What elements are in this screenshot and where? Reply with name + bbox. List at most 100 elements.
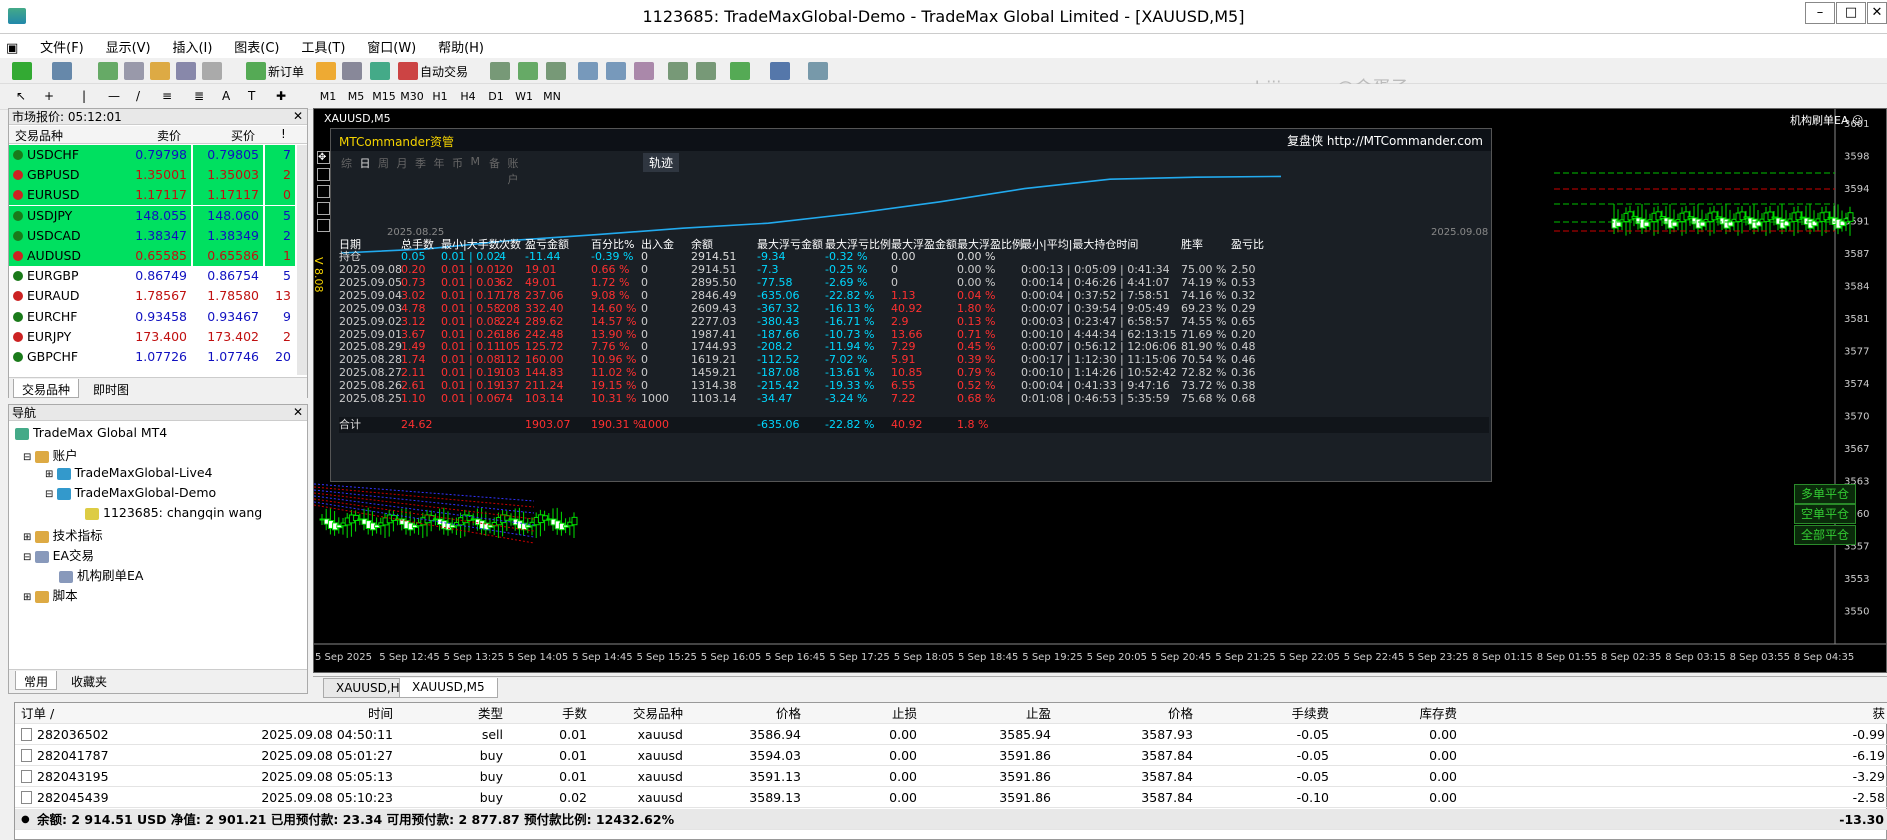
close-icon[interactable]: ✕ bbox=[293, 109, 303, 123]
menu-help[interactable]: 帮助(H) bbox=[429, 34, 493, 59]
profiles-icon[interactable] bbox=[52, 62, 72, 80]
maximize-button[interactable]: □ bbox=[1836, 2, 1866, 24]
timeframe-h1[interactable]: H1 bbox=[428, 90, 452, 103]
tab-symbols[interactable]: 交易品种 bbox=[13, 379, 80, 398]
close-icon[interactable] bbox=[317, 168, 330, 181]
terminal-col-header[interactable]: 类型 bbox=[399, 703, 503, 724]
terminal-col-header[interactable]: 手续费 bbox=[1199, 703, 1329, 724]
trendline-icon[interactable]: / bbox=[136, 89, 140, 103]
metaeditor-icon[interactable] bbox=[316, 62, 336, 80]
settings-icon[interactable] bbox=[317, 202, 330, 215]
close-shorts-button[interactable]: 空单平仓 bbox=[1794, 504, 1856, 524]
list-icon[interactable] bbox=[317, 219, 330, 232]
bar-chart-icon[interactable] bbox=[490, 62, 510, 80]
close-icon[interactable]: ✕ bbox=[293, 405, 303, 419]
timeframe-h4[interactable]: H4 bbox=[456, 90, 480, 103]
terminal-col-header[interactable]: 时间 bbox=[185, 703, 393, 724]
expand-icon[interactable]: ⊞ bbox=[45, 469, 57, 480]
terminal-col-header[interactable]: 价格 bbox=[1057, 703, 1193, 724]
menu-app-icon[interactable]: ▣ bbox=[0, 38, 27, 59]
timeframe-d1[interactable]: D1 bbox=[484, 90, 508, 103]
menu-charts[interactable]: 图表(C) bbox=[225, 34, 288, 59]
tab-common[interactable]: 常用 bbox=[15, 671, 58, 690]
nav-indicators[interactable]: ⊞ 技术指标 bbox=[23, 525, 103, 544]
cursor-icon[interactable]: ↖ bbox=[16, 89, 26, 103]
move-icon[interactable]: ✥ bbox=[317, 151, 330, 164]
timeframe-w1[interactable]: W1 bbox=[512, 90, 536, 103]
mtc-link[interactable]: 复盘侠 http://MTCommander.com bbox=[1287, 132, 1483, 149]
nav-accounts[interactable]: ⊟ 账户 bbox=[23, 445, 78, 464]
market-row[interactable]: USDCHF 0.79798 0.79805 7 bbox=[9, 145, 297, 165]
nav-expert-item[interactable]: 机构刷单EA bbox=[59, 565, 143, 584]
market-row[interactable]: EURJPY 173.400 173.402 2 bbox=[9, 326, 297, 347]
table-row[interactable]: 282036502 2025.09.08 04:50:11 sell 0.01 xauu… bbox=[15, 724, 1887, 745]
col-spread[interactable]: ! bbox=[281, 127, 286, 141]
mtc-tab[interactable]: 年 bbox=[434, 155, 445, 171]
fibonacci-icon[interactable]: ≣ bbox=[194, 89, 204, 103]
chart-shift-icon[interactable] bbox=[668, 62, 688, 80]
help-icon[interactable] bbox=[317, 185, 330, 198]
close-button[interactable]: ✕ bbox=[1867, 2, 1887, 24]
autoscroll-icon[interactable] bbox=[696, 62, 716, 80]
market-row[interactable]: USDJPY 148.055 148.060 5 bbox=[9, 205, 297, 226]
terminal-col-header[interactable]: 手数 bbox=[509, 703, 587, 724]
table-row[interactable]: 282045439 2025.09.08 05:10:23 buy 0.02 xauus… bbox=[15, 787, 1887, 808]
expand-icon[interactable]: ⊞ bbox=[23, 532, 35, 543]
terminal-col-header[interactable]: 库存费 bbox=[1335, 703, 1457, 724]
mtc-tab[interactable]: 日 bbox=[360, 155, 371, 171]
expand-icon[interactable]: ⊞ bbox=[23, 592, 35, 603]
market-row[interactable]: EURGBP 0.86749 0.86754 5 bbox=[9, 266, 297, 287]
channel-icon[interactable]: ≡ bbox=[162, 89, 172, 103]
timeframe-m5[interactable]: M5 bbox=[344, 90, 368, 103]
nav-account-demo[interactable]: ⊟ TradeMaxGlobal-Demo bbox=[45, 485, 216, 500]
templates-icon[interactable] bbox=[808, 62, 828, 80]
table-row[interactable]: 282043195 2025.09.08 05:05:13 buy 0.01 xauus… bbox=[15, 766, 1887, 787]
timeframe-m30[interactable]: M30 bbox=[400, 90, 424, 103]
timeframe-mn[interactable]: MN bbox=[540, 90, 564, 103]
terminal-col-header[interactable]: 获 bbox=[1463, 703, 1885, 724]
mtc-tab[interactable]: 综 bbox=[341, 155, 352, 171]
menu-insert[interactable]: 插入(I) bbox=[163, 34, 221, 59]
options-icon[interactable] bbox=[342, 62, 362, 80]
table-row[interactable]: 282041787 2025.09.08 05:01:27 buy 0.01 xauus… bbox=[15, 745, 1887, 766]
horizontal-line-icon[interactable]: — bbox=[108, 89, 120, 103]
col-ask[interactable]: 买价 bbox=[231, 127, 255, 144]
close-longs-button[interactable]: 多单平仓 bbox=[1794, 484, 1856, 504]
signals-icon[interactable] bbox=[370, 62, 390, 80]
minimize-button[interactable]: – bbox=[1805, 2, 1835, 24]
collapse-icon[interactable]: ⊟ bbox=[23, 552, 35, 563]
crosshair-icon[interactable]: + bbox=[44, 89, 54, 103]
mtc-tab[interactable]: 季 bbox=[415, 155, 426, 171]
tab-tick-chart[interactable]: 即时图 bbox=[85, 379, 137, 398]
menu-tools[interactable]: 工具(T) bbox=[292, 34, 354, 59]
collapse-icon[interactable]: ⊟ bbox=[23, 452, 35, 463]
menu-window[interactable]: 窗口(W) bbox=[358, 34, 425, 59]
tab-xauusd-m5[interactable]: XAUUSD,M5 bbox=[399, 678, 498, 698]
mtc-track-tab[interactable]: 轨迹 bbox=[643, 153, 680, 172]
col-bid[interactable]: 卖价 bbox=[157, 127, 181, 144]
market-row[interactable]: EURAUD 1.78567 1.78580 13 bbox=[9, 286, 297, 307]
market-row[interactable]: AUDUSD 0.65585 0.65586 1 bbox=[9, 246, 297, 266]
line-chart-icon[interactable] bbox=[546, 62, 566, 80]
timeframe-m15[interactable]: M15 bbox=[372, 90, 396, 103]
vertical-line-icon[interactable]: | bbox=[82, 89, 86, 103]
mtc-tab[interactable]: 备 bbox=[489, 155, 500, 171]
nav-scripts[interactable]: ⊞ 脚本 bbox=[23, 585, 78, 604]
indicators-icon[interactable] bbox=[730, 62, 750, 80]
market-row[interactable]: GBPCHF 1.07726 1.07746 20 bbox=[9, 347, 297, 367]
candle-chart-icon[interactable] bbox=[518, 62, 538, 80]
nav-experts[interactable]: ⊟ EA交易 bbox=[23, 545, 94, 564]
nav-account-login[interactable]: 1123685: changqin wang bbox=[85, 505, 262, 520]
data-window-icon[interactable] bbox=[124, 62, 144, 80]
arrows-icon[interactable]: ✚ bbox=[276, 89, 286, 103]
nav-root[interactable]: TradeMax Global MT4 bbox=[15, 425, 167, 440]
terminal-icon[interactable] bbox=[176, 62, 196, 80]
close-all-button[interactable]: 全部平仓 bbox=[1794, 525, 1856, 545]
timeframe-m1[interactable]: M1 bbox=[316, 90, 340, 103]
terminal-col-header[interactable]: 交易品种 bbox=[591, 703, 683, 724]
new-order-button[interactable]: 新订单 bbox=[268, 63, 304, 80]
navigator-icon[interactable] bbox=[150, 62, 170, 80]
new-chart-icon[interactable] bbox=[12, 62, 32, 80]
col-symbol[interactable]: 交易品种 bbox=[15, 127, 63, 144]
label-icon[interactable]: T bbox=[248, 89, 255, 103]
